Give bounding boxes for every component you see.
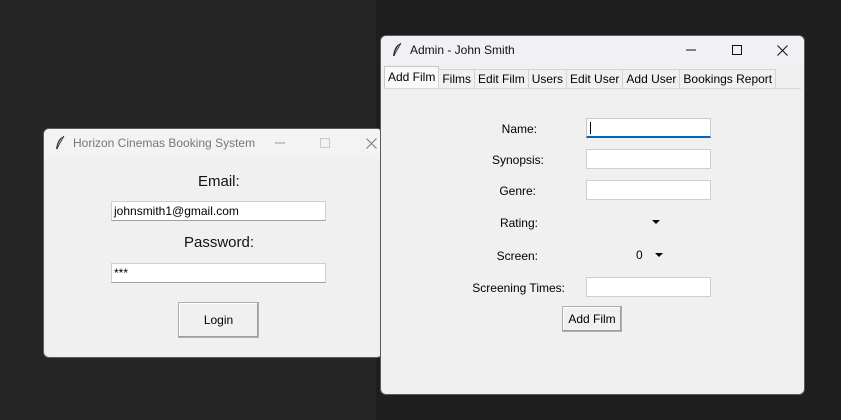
chevron-down-icon [655,253,663,257]
close-icon [365,137,377,149]
tab-edit-film[interactable]: Edit Film [474,69,529,89]
minimize-icon [686,49,696,51]
synopsis-field[interactable] [586,149,711,169]
tab-edit-user[interactable]: Edit User [566,69,624,89]
maximize-icon [732,45,742,55]
genre-field[interactable] [586,180,711,200]
admin-window-title: Admin - John Smith [410,43,515,57]
maximize-button[interactable] [302,129,348,157]
rating-dropdown[interactable] [621,212,661,232]
screen-value: 0 [636,248,643,262]
tab-users[interactable]: Users [527,69,568,89]
tab-bookings-report[interactable]: Bookings Report [679,69,777,89]
synopsis-label: Synopsis: [491,153,544,167]
feather-icon [393,42,402,57]
minimize-button[interactable] [257,129,303,157]
close-button[interactable] [759,36,804,64]
feather-icon [56,135,65,150]
name-field[interactable] [586,118,711,138]
password-label: Password: [184,234,255,251]
tab-divider [384,88,801,89]
admin-titlebar[interactable]: Admin - John Smith [381,36,804,64]
close-button[interactable] [348,129,382,157]
login-titlebar[interactable]: Horizon Cinemas Booking System [44,129,382,157]
tab-add-film[interactable]: Add Film [384,66,440,89]
chevron-down-icon [652,220,660,224]
tab-films[interactable]: Films [438,69,476,89]
genre-label: Genre: [499,184,536,198]
rating-label: Rating: [499,216,538,230]
login-window: Horizon Cinemas Booking System Email: jo… [43,128,383,358]
minimize-button[interactable] [668,36,714,64]
screening-times-field[interactable] [586,277,711,297]
screen-dropdown[interactable]: 0 [631,245,671,265]
maximize-icon [320,138,330,148]
tab-add-user[interactable]: Add User [622,69,681,89]
name-label: Name: [501,122,537,136]
login-button[interactable]: Login [178,302,259,338]
email-label: Email: [198,173,240,190]
text-caret [590,122,591,134]
add-film-button[interactable]: Add Film [562,306,622,332]
screening-times-label: Screening Times: [472,281,565,295]
maximize-button[interactable] [714,36,760,64]
login-window-title: Horizon Cinemas Booking System [73,136,256,150]
notebook-tabs: Add Film Films Edit Film Users Edit User… [384,66,777,89]
email-field[interactable]: johnsmith1@gmail.com [111,201,326,221]
close-icon [776,44,788,56]
minimize-icon [275,142,285,144]
screen-label: Screen: [496,249,538,263]
admin-window: Admin - John Smith Add Film Films Edit F… [380,35,805,395]
password-field[interactable]: *** [111,263,326,283]
